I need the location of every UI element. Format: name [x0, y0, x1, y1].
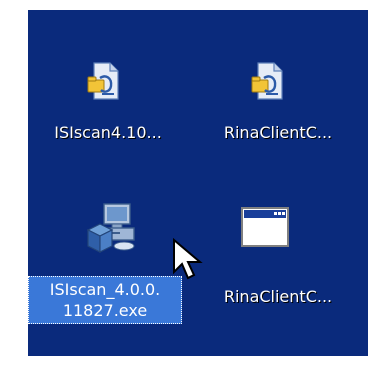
desktop-icon-label: RinaClientC... — [223, 288, 333, 306]
script-file-icon — [87, 62, 119, 100]
desktop-icon-isiscan-installer[interactable]: ISIscan_4.0.0. 11827.exe — [28, 190, 188, 350]
desktop-icon-label-selected: ISIscan_4.0.0. 11827.exe — [28, 276, 182, 324]
mouse-cursor-icon — [173, 238, 203, 280]
desktop-icon-isiscan-script[interactable]: ISIscan4.10... — [28, 10, 188, 170]
script-file-icon — [251, 62, 283, 100]
application-window-icon — [241, 207, 289, 247]
label-line-2: 11827.exe — [62, 301, 148, 320]
label-line-1: ISIscan_4.0.0. — [49, 280, 161, 299]
desktop-icon-label: RinaClientC... — [223, 124, 333, 142]
desktop-icon-label: ISIscan4.10... — [54, 124, 162, 142]
desktop: ISIscan4.10... RinaClientC... ISIscan_4.… — [28, 10, 368, 356]
desktop-icon-rinaclient-script[interactable]: RinaClientC... — [198, 10, 358, 170]
installer-icon — [86, 203, 135, 253]
desktop-icon-rinaclient-app[interactable]: RinaClientC... — [198, 190, 358, 350]
